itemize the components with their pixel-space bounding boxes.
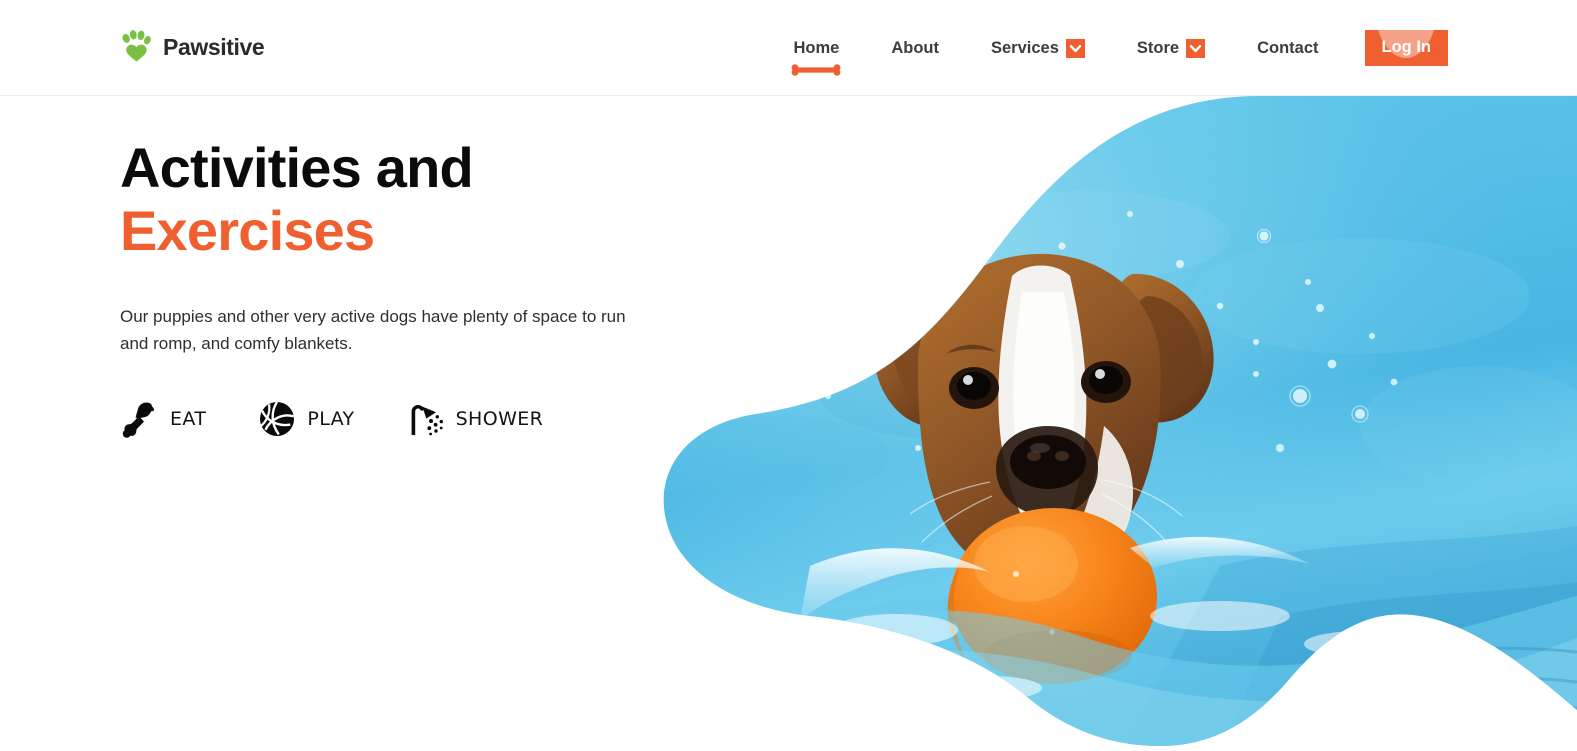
login-button-label: Log In: [1381, 38, 1431, 57]
paw-icon: [120, 30, 152, 64]
hero-paragraph: Our puppies and other very active dogs h…: [120, 307, 626, 353]
nav-item-store[interactable]: Store: [1111, 0, 1231, 96]
feature-item-eat[interactable]: EAT: [120, 399, 206, 439]
login-button[interactable]: Log In: [1364, 30, 1448, 66]
login-button-wrapper: Log In: [1364, 0, 1448, 96]
hero-title-line2: Exercises: [120, 198, 375, 262]
feature-label-play: PLAY: [307, 408, 355, 431]
hero-section: Activities and Exercises Our puppies and…: [0, 96, 1577, 751]
nav-item-services[interactable]: Services: [965, 0, 1111, 96]
feature-label-eat: EAT: [170, 408, 207, 431]
volleyball-icon: [257, 399, 297, 439]
hero-image: [660, 96, 1577, 751]
main-navigation: Home About Services Store Contact Log In: [768, 0, 1448, 96]
nav-item-contact[interactable]: Contact: [1231, 0, 1344, 96]
nav-label-services: Services: [991, 38, 1059, 57]
nav-label-contact: Contact: [1257, 38, 1319, 57]
bone-icon: [788, 62, 844, 76]
nav-item-about[interactable]: About: [865, 0, 965, 96]
nav-label-about: About: [891, 38, 939, 57]
nav-label-home: Home: [793, 38, 840, 57]
feature-item-play[interactable]: PLAY: [257, 399, 354, 439]
feature-item-shower[interactable]: SHOWER: [406, 399, 544, 439]
page-title: Activities and Exercises: [120, 136, 680, 262]
site-header: Pawsitive Home About Services Store Cont…: [0, 0, 1577, 96]
drumstick-icon: [120, 399, 160, 439]
page-root: Pawsitive Home About Services Store Cont…: [0, 0, 1577, 751]
nav-item-home[interactable]: Home: [768, 0, 866, 96]
brand-name: Pawsitive: [163, 33, 265, 60]
hero-copy: Activities and Exercises Our puppies and…: [120, 136, 680, 439]
nav-label-store: Store: [1136, 38, 1180, 57]
chevron-down-icon[interactable]: [1065, 38, 1085, 58]
hero-feature-list: EAT PLAY SHOWER: [120, 399, 680, 439]
feature-label-shower: SHOWER: [455, 408, 544, 431]
chevron-down-icon[interactable]: [1186, 38, 1206, 58]
showerhead-icon: [406, 399, 446, 439]
brand-logo[interactable]: Pawsitive: [120, 30, 265, 64]
hero-title-line1: Activities and: [120, 136, 474, 199]
